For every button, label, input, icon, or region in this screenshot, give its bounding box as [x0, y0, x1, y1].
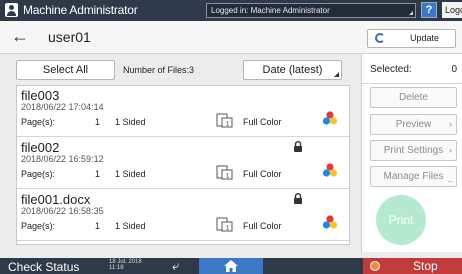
- login-status[interactable]: Logged in: Machine Administrator: [206, 3, 416, 18]
- file-row[interactable]: file003 2018/06/22 17:04:14 Page(s): 1 1…: [17, 86, 349, 137]
- full-color-icon: [322, 163, 338, 177]
- update-label: Update: [410, 33, 440, 43]
- duplex-icon: 1: [216, 165, 233, 180]
- list-header: Select All Number of Files:3 Date (lates…: [10, 58, 356, 82]
- lock-icon: [294, 193, 302, 204]
- full-color-icon: [322, 111, 338, 125]
- pages-label: Page(s):: [21, 117, 56, 127]
- folder-navbar: ← user01 Update: [0, 21, 462, 54]
- pages-label: Page(s):: [21, 221, 56, 231]
- pages-count: 1: [95, 117, 101, 127]
- refresh-icon: [375, 33, 385, 43]
- action-panel: Selected: 0 Delete Preview › Print Setti…: [361, 54, 462, 252]
- file-date: 2018/06/22 17:04:14: [21, 102, 104, 112]
- color-mode: Full Color: [243, 169, 282, 179]
- sort-dropdown[interactable]: Date (latest): [243, 60, 342, 80]
- file-count: Number of Files:3: [123, 65, 195, 75]
- lock-icon: [294, 141, 302, 152]
- preview-label: Preview: [395, 119, 432, 130]
- delete-label: Delete: [399, 92, 428, 103]
- full-color-icon: [322, 215, 338, 229]
- sided-setting: 1 Sided: [115, 117, 146, 127]
- stop-icon: [370, 261, 380, 271]
- pages-label: Page(s):: [21, 169, 56, 179]
- time-text: 11:18: [109, 265, 124, 271]
- help-button[interactable]: ?: [421, 2, 437, 18]
- pages-count: 1: [95, 221, 101, 231]
- file-list-panel: Select All Number of Files:3 Date (lates…: [10, 54, 356, 252]
- print-button[interactable]: Print: [376, 195, 426, 245]
- file-name: file002: [21, 140, 60, 155]
- file-name: file001.docx: [21, 192, 91, 207]
- back-arrow-button[interactable]: ←: [8, 27, 32, 47]
- pages-count: 1: [95, 169, 101, 179]
- print-settings-button[interactable]: Print Settings ›: [370, 140, 457, 161]
- preview-button[interactable]: Preview ›: [370, 114, 457, 135]
- user-title: Machine Administrator: [23, 3, 138, 17]
- file-date: 2018/06/22 16:59:12: [21, 154, 104, 164]
- manage-files-button[interactable]: Manage Files ...: [370, 166, 457, 187]
- folder-name: user01: [48, 29, 91, 45]
- more-dots-icon: ...: [447, 178, 453, 184]
- bottom-bar: Check Status 18 Jul. 2018 11:18 ⤶ Stop: [0, 258, 462, 274]
- select-all-button[interactable]: Select All: [16, 60, 115, 80]
- update-button[interactable]: Update: [367, 29, 456, 48]
- home-button[interactable]: [199, 258, 263, 274]
- file-list[interactable]: file003 2018/06/22 17:04:14 Page(s): 1 1…: [16, 85, 350, 245]
- file-date: 2018/06/22 16:58:35: [21, 206, 104, 216]
- delete-button[interactable]: Delete: [370, 87, 457, 108]
- divider: [362, 83, 462, 84]
- check-status-button[interactable]: Check Status: [8, 260, 79, 274]
- print-settings-label: Print Settings: [383, 145, 444, 156]
- logout-button[interactable]: Logout: [442, 2, 462, 18]
- manage-files-label: Manage Files: [383, 171, 444, 182]
- stop-button[interactable]: Stop: [363, 258, 462, 274]
- file-row[interactable]: file001.docx 2018/06/22 16:58:35 Page(s)…: [17, 190, 349, 241]
- selected-count: 0: [451, 64, 457, 75]
- sided-setting: 1 Sided: [115, 221, 146, 231]
- file-row[interactable]: file002 2018/06/22 16:59:12 Page(s): 1 1…: [17, 138, 349, 189]
- file-name: file003: [21, 88, 60, 103]
- duplex-icon: 1: [216, 217, 233, 232]
- top-header: Machine Administrator Logged in: Machine…: [0, 0, 462, 21]
- selected-label: Selected:: [370, 64, 412, 75]
- sided-setting: 1 Sided: [115, 169, 146, 179]
- home-icon: [224, 260, 238, 272]
- color-mode: Full Color: [243, 117, 282, 127]
- date-time: 18 Jul. 2018 11:18: [109, 259, 142, 271]
- chevron-right-icon: ›: [449, 145, 452, 155]
- color-mode: Full Color: [243, 221, 282, 231]
- user-icon: [5, 3, 18, 17]
- stop-label: Stop: [413, 259, 438, 273]
- chevron-right-icon: ›: [449, 119, 452, 129]
- return-arrow-icon[interactable]: ⤶: [172, 259, 179, 272]
- duplex-icon: 1: [216, 113, 233, 128]
